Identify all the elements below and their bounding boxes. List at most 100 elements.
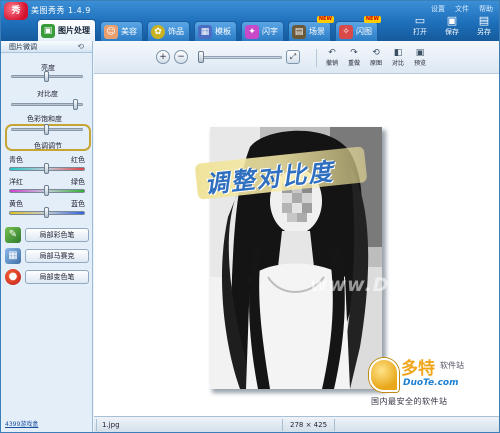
- local-color-brush-button[interactable]: ✎ 局部彩色笔: [5, 227, 89, 243]
- tab-beauty[interactable]: ☺ 美容: [100, 21, 143, 41]
- color-brush-icon: ✎: [5, 227, 21, 243]
- scene-icon: ▤: [292, 24, 306, 39]
- local-recolor-brush-button[interactable]: ● 局部变色笔: [5, 269, 89, 285]
- mosaic-icon: ▦: [5, 248, 21, 264]
- cyan-label: 青色: [9, 156, 23, 164]
- yellow-label: 黄色: [9, 200, 23, 208]
- save-label: 保存: [445, 28, 459, 36]
- fit-window-button[interactable]: ⤢: [286, 50, 300, 64]
- tab-label: 场景: [309, 27, 325, 36]
- sparkle-text-icon: ✦: [245, 24, 259, 39]
- redo-icon: ↷: [350, 48, 358, 58]
- apple-recolor-icon: ●: [5, 269, 21, 285]
- title-bar: 秀 美图秀秀 1.4.9 设置 文件 帮助 ▣ 图片处理 ☺ 美容 ✿ 饰品 ▦…: [1, 1, 499, 41]
- game-box-link[interactable]: 4399游戏盒: [5, 419, 38, 428]
- cyan-red-slider-knob[interactable]: [44, 163, 49, 174]
- tab-sparkle-text[interactable]: ✦ 闪字: [241, 21, 284, 41]
- duote-brand: 多特: [401, 359, 435, 379]
- preview-button[interactable]: ▣ 预览: [410, 48, 430, 67]
- compare-label: 对比: [391, 60, 404, 67]
- duote-slogan: 国内最安全的软件站: [371, 397, 448, 406]
- new-badge: NEW: [363, 16, 381, 23]
- folder-icon: ▭: [414, 14, 426, 27]
- save-button[interactable]: ▣ 保存: [441, 14, 463, 37]
- red-label: 红色: [71, 156, 85, 164]
- original-button[interactable]: ⟲ 原图: [366, 48, 386, 67]
- canvas-toolbar: + − ⤢ ↶ 撤销 ↷ 重做 ⟲ 原图 ◧ 对比 ▣ 预览: [94, 41, 499, 74]
- saturation-slider-knob[interactable]: [44, 124, 49, 135]
- zoom-out-button[interactable]: −: [174, 50, 188, 64]
- brush-label: 局部马赛克: [25, 249, 89, 263]
- adjust-panel: 图片微调 ⟲ 亮度 对比度 色彩饱和度 色调调节 青色 红色 洋红 绿色 黄色 …: [1, 41, 93, 432]
- redo-label: 重做: [347, 60, 360, 67]
- contrast-slider-knob[interactable]: [72, 99, 78, 110]
- center-watermark: www.DuoTe.com: [310, 274, 499, 296]
- status-bar: 1.jpg 278 × 425: [94, 416, 499, 432]
- duote-watermark: 多特 软件站 DuoTe.com 国内最安全的软件站: [367, 354, 499, 416]
- green-label: 绿色: [71, 178, 85, 186]
- menu-settings[interactable]: 设置: [431, 4, 445, 14]
- tab-flash-image[interactable]: ✧ 闪图 NEW: [335, 16, 381, 41]
- status-filename: 1.jpg: [102, 421, 120, 429]
- photo-icon: ▣: [41, 23, 55, 38]
- brightness-slider-knob[interactable]: [44, 71, 49, 82]
- annotation-text: 调整对比度: [203, 156, 336, 199]
- tab-template[interactable]: ▦ 模板: [194, 21, 237, 41]
- tab-label: 闪图: [356, 27, 372, 36]
- tab-label: 闪字: [262, 27, 278, 36]
- zoom-in-button[interactable]: +: [156, 50, 170, 64]
- open-label: 打开: [413, 28, 427, 36]
- duote-brand-tag: 软件站: [440, 361, 464, 370]
- open-button[interactable]: ▭ 打开: [409, 14, 431, 37]
- panel-settings-icon[interactable]: ⟲: [77, 42, 84, 51]
- file-tools: ▭ 打开 ▣ 保存 ▤ 另存: [409, 14, 495, 37]
- panel-title: 图片微调: [9, 42, 37, 51]
- frame-icon: ▦: [198, 24, 212, 39]
- blue-label: 蓝色: [71, 200, 85, 208]
- face-icon: ☺: [104, 24, 118, 39]
- undo-label: 撤销: [325, 60, 338, 67]
- system-menu: 设置 文件 帮助: [431, 4, 493, 14]
- yellow-blue-slider-knob[interactable]: [44, 207, 49, 218]
- duote-site: DuoTe.com: [403, 378, 459, 388]
- original-icon: ⟲: [372, 48, 380, 58]
- preview-label: 预览: [413, 60, 426, 67]
- disk-stack-icon: ▤: [478, 14, 490, 27]
- tab-decoration[interactable]: ✿ 饰品: [147, 21, 190, 41]
- tab-label: 饰品: [168, 27, 184, 36]
- saturation-label: 色彩饱和度: [27, 115, 62, 123]
- zoom-slider-knob[interactable]: [198, 51, 204, 63]
- compare-button[interactable]: ◧ 对比: [388, 48, 408, 67]
- disk-icon: ▣: [446, 14, 458, 27]
- undo-icon: ↶: [328, 48, 336, 58]
- original-label: 原图: [369, 60, 382, 67]
- tab-scene[interactable]: ▤ 场景 NEW: [288, 16, 334, 41]
- tab-label: 模板: [215, 27, 231, 36]
- toolbar-divider: [316, 49, 317, 67]
- redo-button[interactable]: ↷ 重做: [344, 48, 364, 67]
- contrast-label: 对比度: [37, 90, 58, 98]
- compare-icon: ◧: [393, 48, 403, 58]
- magenta-label: 洋红: [9, 178, 23, 186]
- local-mosaic-button[interactable]: ▦ 局部马赛克: [5, 248, 89, 264]
- flash-image-icon: ✧: [339, 24, 353, 39]
- status-dimensions: 278 × 425: [290, 421, 328, 429]
- decoration-icon: ✿: [151, 24, 165, 39]
- zoom-slider-track[interactable]: [198, 56, 282, 59]
- panel-header: 图片微调 ⟲: [1, 41, 92, 53]
- brush-label: 局部彩色笔: [25, 228, 89, 242]
- tab-label: 图片处理: [58, 26, 90, 35]
- image-canvas[interactable]: 调整对比度 www.DuoTe.com 多特 软件站 DuoTe.com 国内最…: [94, 74, 499, 416]
- app-window: 秀 美图秀秀 1.4.9 设置 文件 帮助 ▣ 图片处理 ☺ 美容 ✿ 饰品 ▦…: [0, 0, 500, 433]
- save-as-button[interactable]: ▤ 另存: [473, 14, 495, 37]
- menu-file[interactable]: 文件: [455, 4, 469, 14]
- undo-button[interactable]: ↶ 撤销: [322, 48, 342, 67]
- app-logo-icon: 秀: [4, 2, 28, 20]
- status-divider: [282, 419, 283, 431]
- menu-help[interactable]: 帮助: [479, 4, 493, 14]
- duote-logo-icon: [369, 358, 399, 392]
- magenta-green-slider-knob[interactable]: [44, 185, 49, 196]
- app-title: 美图秀秀 1.4.9: [31, 6, 91, 15]
- tab-photo-edit[interactable]: ▣ 图片处理: [37, 19, 96, 41]
- status-divider: [334, 419, 335, 431]
